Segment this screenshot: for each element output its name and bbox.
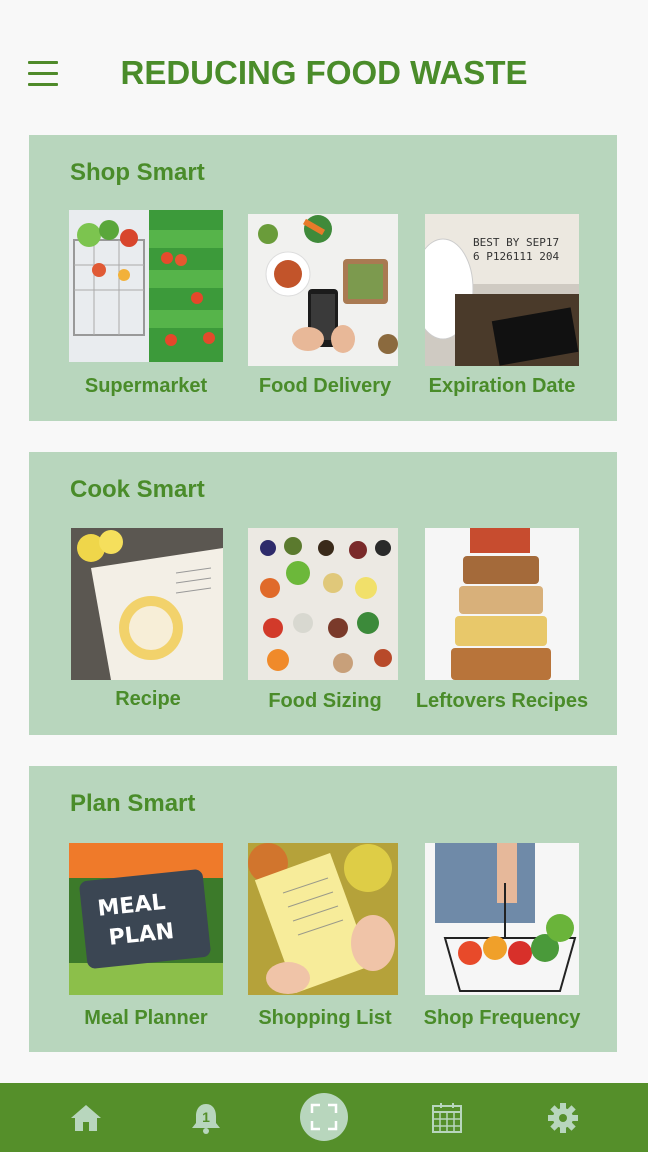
scan-icon xyxy=(310,1103,338,1131)
leftovers-recipes-image xyxy=(425,528,579,680)
recipe-image xyxy=(71,528,223,680)
supermarket-image xyxy=(69,210,223,362)
tile-label: Shop Frequency xyxy=(423,1007,581,1029)
section-plan-smart: Plan Smart MEAL PLAN Meal Planner Shoppi… xyxy=(29,766,617,1052)
tile-label: Shopping List xyxy=(258,1007,392,1029)
tile-label: Leftovers Recipes xyxy=(415,690,589,712)
gear-icon xyxy=(548,1102,578,1133)
section-title: Plan Smart xyxy=(70,790,196,817)
nav-notifications[interactable]: 1 xyxy=(166,1083,246,1152)
tile-supermarket[interactable]: Supermarket xyxy=(49,210,225,410)
shopping-list-image xyxy=(248,843,398,995)
expiration-date-image: BEST BY SEP17 6 P126111 204 xyxy=(425,214,579,366)
meal-planner-image: MEAL PLAN xyxy=(69,843,223,995)
expiration-text-line1: BEST BY SEP17 xyxy=(473,236,559,249)
tile-shopping-list[interactable]: Shopping List xyxy=(228,843,404,1043)
section-title: Shop Smart xyxy=(70,159,205,186)
shop-frequency-image xyxy=(425,843,579,995)
nav-home[interactable] xyxy=(46,1083,126,1152)
tile-label: Food Delivery xyxy=(258,375,392,397)
page-title: REDUCING FOOD WASTE xyxy=(120,54,528,91)
food-sizing-image xyxy=(248,528,398,680)
bell-icon: 1 xyxy=(192,1103,220,1134)
section-cook-smart: Cook Smart Recipe Food Sizing Leftovers … xyxy=(29,452,617,735)
tile-label: Expiration Date xyxy=(428,375,576,397)
tile-label: Meal Planner xyxy=(84,1007,208,1029)
app-header: REDUCING FOOD WASTE xyxy=(0,0,648,135)
tile-label: Food Sizing xyxy=(268,690,382,712)
bottom-navigation: 1 xyxy=(0,1083,648,1152)
nav-calendar[interactable] xyxy=(407,1083,487,1152)
expiration-text-line2: 6 P126111 204 xyxy=(473,250,559,263)
food-delivery-image xyxy=(248,214,398,366)
notification-badge: 1 xyxy=(202,1109,210,1125)
tile-expiration-date[interactable]: BEST BY SEP17 6 P126111 204 Expiration D… xyxy=(405,210,581,410)
tile-recipe[interactable]: Recipe xyxy=(51,528,227,728)
tile-label: Recipe xyxy=(115,688,181,710)
tile-food-delivery[interactable]: Food Delivery xyxy=(228,210,404,410)
section-shop-smart: Shop Smart Supermarket Food Delivery BES… xyxy=(29,135,617,421)
nav-settings[interactable] xyxy=(523,1083,603,1152)
nav-scan[interactable] xyxy=(300,1093,348,1141)
tile-meal-planner[interactable]: MEAL PLAN Meal Planner xyxy=(49,843,225,1043)
tile-shop-frequency[interactable]: Shop Frequency xyxy=(405,843,581,1043)
home-icon xyxy=(71,1104,101,1131)
section-title: Cook Smart xyxy=(70,476,205,503)
tile-label: Supermarket xyxy=(84,375,208,397)
tile-food-sizing[interactable]: Food Sizing xyxy=(228,528,404,728)
calendar-icon xyxy=(432,1102,462,1133)
tile-leftovers-recipes[interactable]: Leftovers Recipes xyxy=(405,528,588,728)
